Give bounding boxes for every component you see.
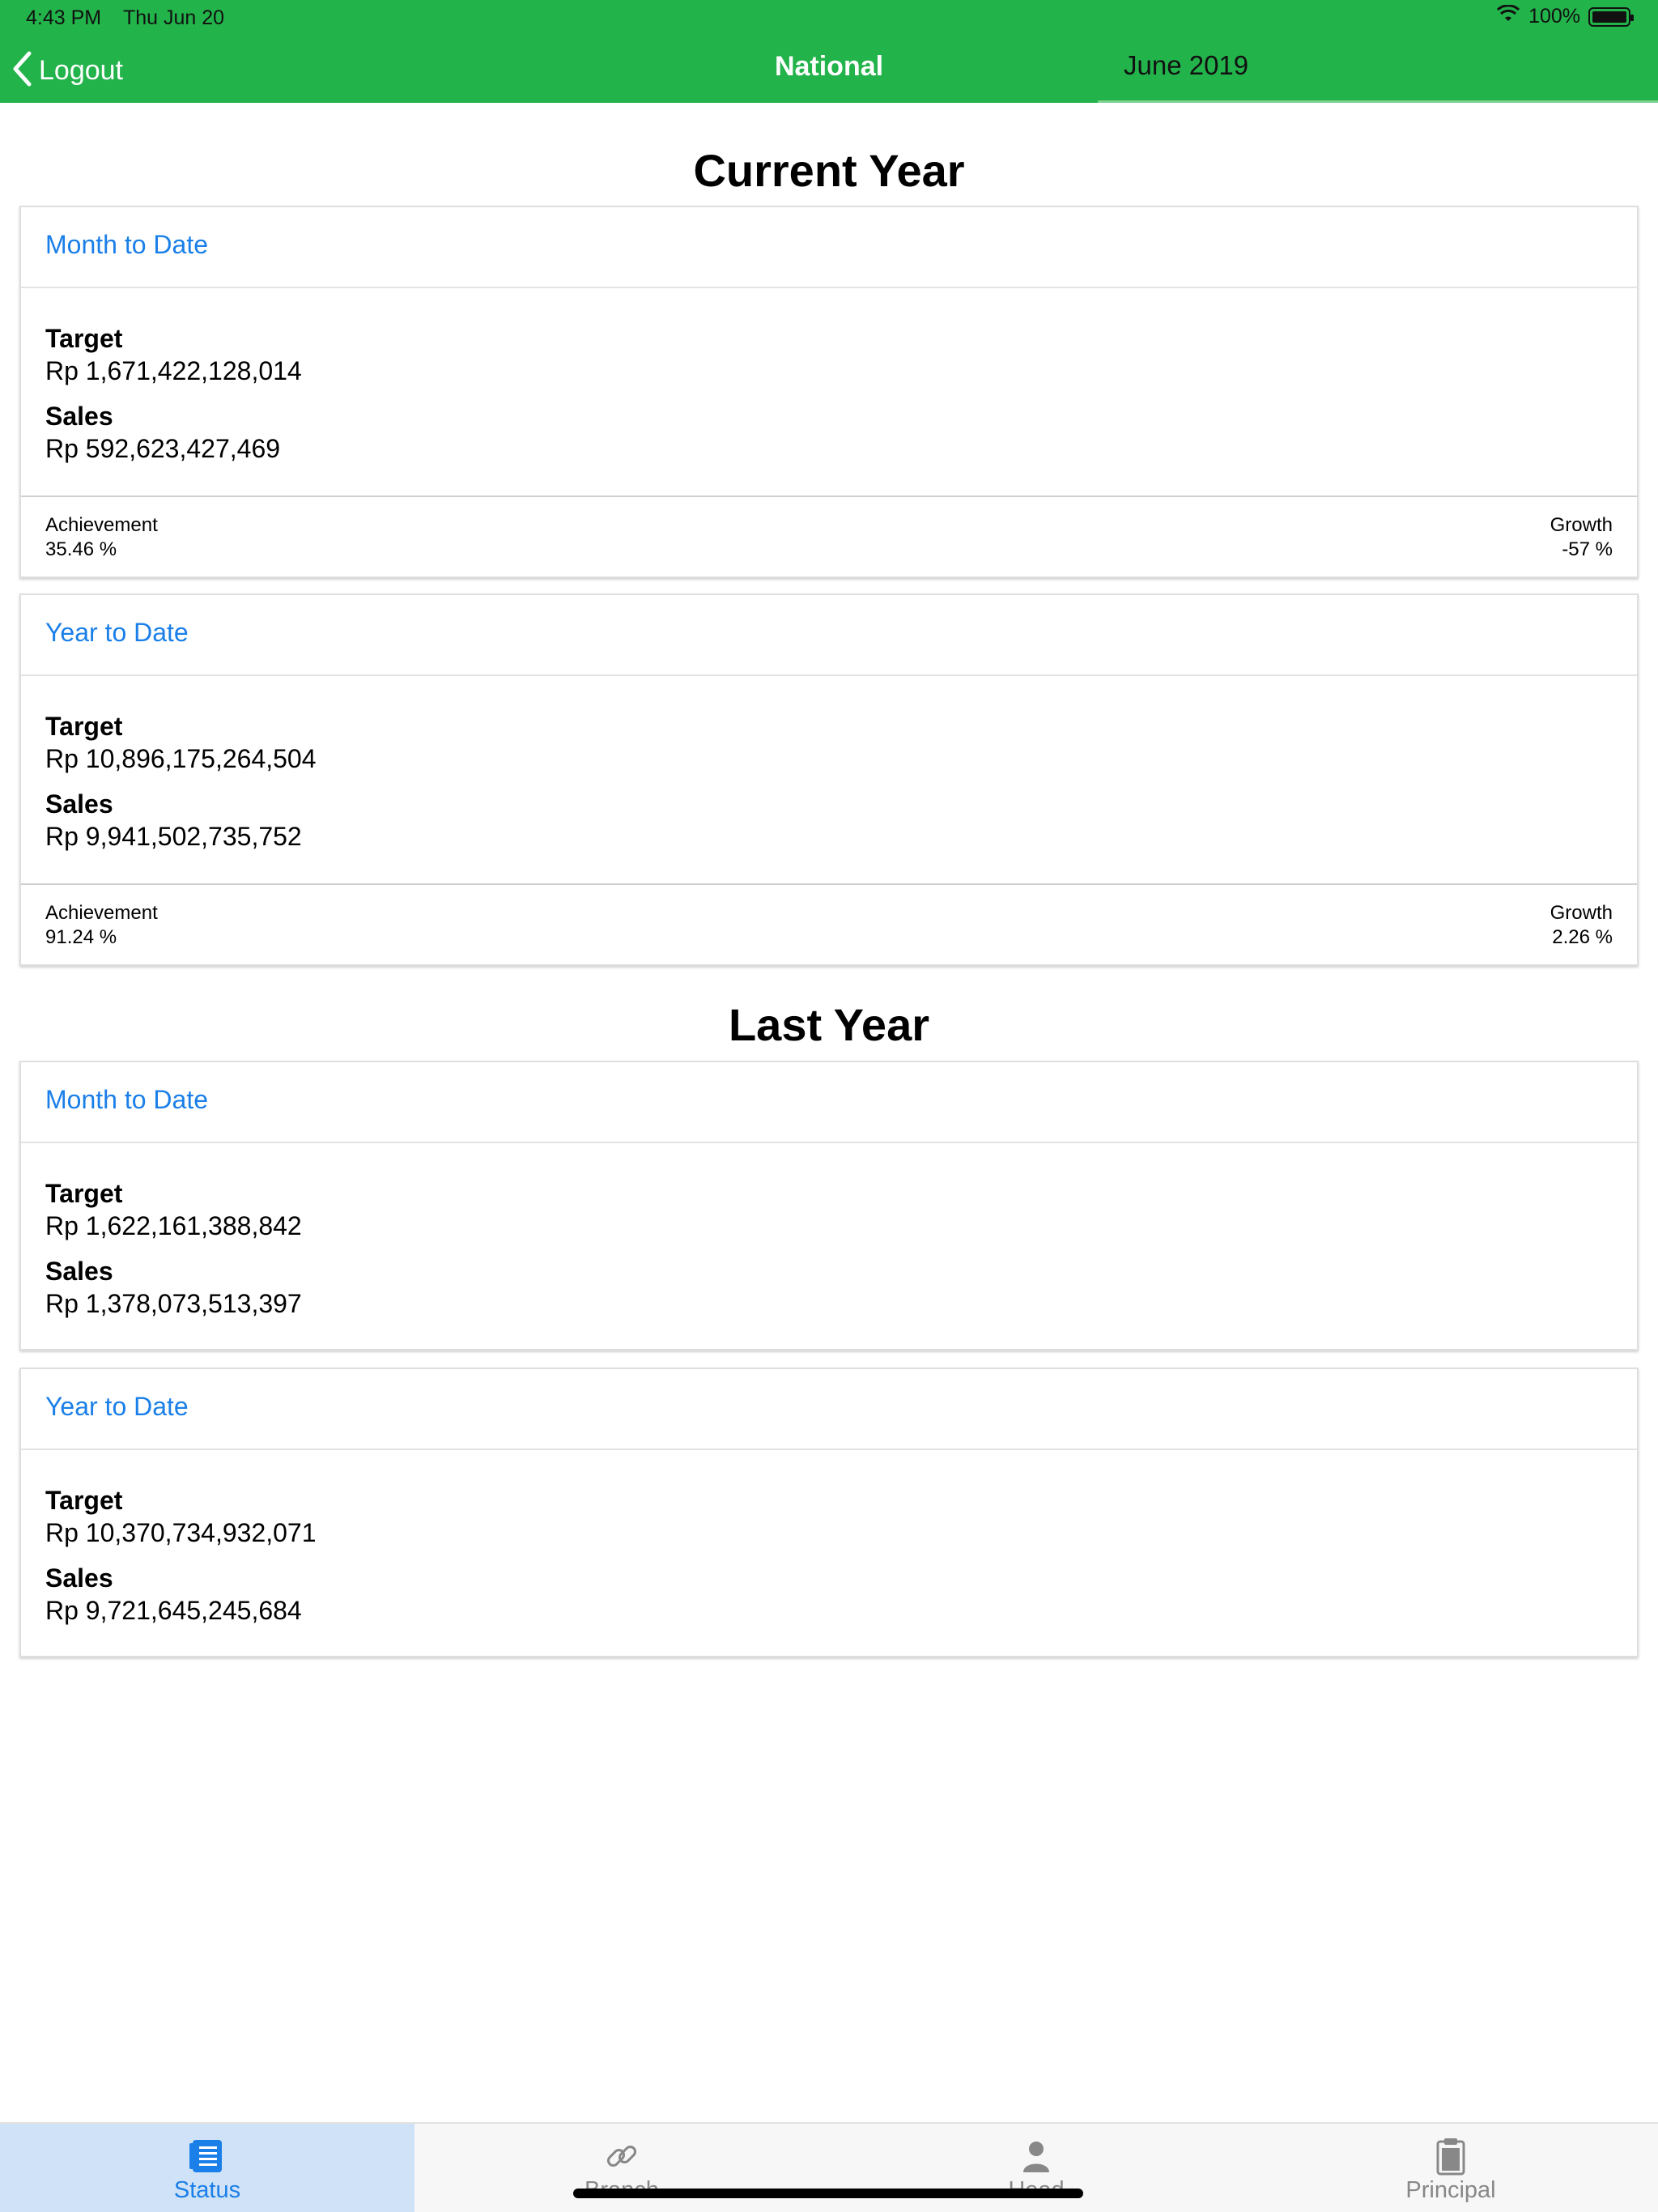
- growth-label: Growth: [1550, 514, 1613, 536]
- logout-button[interactable]: Logout: [11, 50, 123, 91]
- period-value: June 2019: [1124, 50, 1249, 80]
- sales-value: Rp 1,378,073,513,397: [45, 1289, 302, 1318]
- clipboard-icon: [1431, 2137, 1470, 2176]
- link-icon: [602, 2137, 641, 2176]
- section-title-last-year: Last Year: [728, 999, 930, 1050]
- card-last-month-to-date: Month to Date Target Rp 1,622,161,388,84…: [19, 1061, 1639, 1351]
- logout-label: Logout: [39, 55, 123, 86]
- tab-label: Status: [173, 2177, 241, 2203]
- card-body: Target Rp 10,896,175,264,504 Sales Rp 9,…: [21, 676, 1637, 853]
- chevron-left-icon: [11, 50, 32, 91]
- sales-value: Rp 592,623,427,469: [45, 434, 281, 463]
- card-last-year-to-date: Year to Date Target Rp 10,370,734,932,07…: [19, 1368, 1639, 1657]
- sales-value: Rp 9,721,645,245,684: [45, 1596, 302, 1625]
- sales-label: Sales: [45, 402, 113, 431]
- sales-label: Sales: [45, 1257, 113, 1286]
- achievement-value: 91.24 %: [45, 926, 117, 948]
- target-label: Target: [45, 324, 123, 353]
- tab-label: Principal: [1405, 2177, 1496, 2203]
- battery-icon: [1588, 6, 1634, 27]
- achievement-label: Achievement: [45, 902, 158, 924]
- card-header-label: Year to Date: [45, 618, 189, 647]
- achievement-label: Achievement: [45, 514, 158, 536]
- sales-label: Sales: [45, 1563, 113, 1593]
- card-body: Target Rp 10,370,734,932,071 Sales Rp 9,…: [21, 1450, 1637, 1627]
- target-value: Rp 1,671,422,128,014: [45, 356, 302, 385]
- battery-percent: 100%: [1528, 5, 1580, 28]
- target-label: Target: [45, 1179, 123, 1208]
- target-value: Rp 10,896,175,264,504: [45, 744, 317, 773]
- card-header-label: Year to Date: [45, 1392, 189, 1421]
- target-label: Target: [45, 712, 123, 741]
- tab-principal[interactable]: Principal: [1244, 2124, 1658, 2212]
- target-value: Rp 10,370,734,932,071: [45, 1518, 317, 1547]
- wifi-icon: [1496, 4, 1520, 28]
- card-footer: Achievement 35.46 % Growth -57 %: [21, 496, 1637, 576]
- status-indicators: 100%: [1496, 4, 1634, 28]
- status-date: Thu Jun 20: [123, 6, 225, 29]
- sales-label: Sales: [45, 789, 113, 819]
- card-header-label: Month to Date: [45, 230, 208, 259]
- period-input[interactable]: June 2019: [1098, 44, 1658, 103]
- card-header-label: Month to Date: [45, 1085, 208, 1114]
- achievement-value: 35.46 %: [45, 538, 117, 560]
- home-indicator: [573, 2189, 1083, 2198]
- card-header: Year to Date: [21, 595, 1637, 676]
- growth-value: -57 %: [1562, 538, 1613, 560]
- card-body: Target Rp 1,622,161,388,842 Sales Rp 1,3…: [21, 1143, 1637, 1320]
- navigation-bar: 4:43 PM Thu Jun 20 100% Logout National …: [0, 0, 1658, 103]
- card-current-month-to-date: Month to Date Target Rp 1,671,422,128,01…: [19, 206, 1639, 578]
- target-label: Target: [45, 1486, 123, 1515]
- card-current-year-to-date: Year to Date Target Rp 10,896,175,264,50…: [19, 593, 1639, 966]
- target-value: Rp 1,622,161,388,842: [45, 1211, 302, 1240]
- growth-label: Growth: [1550, 902, 1613, 924]
- status-time: 4:43 PM: [26, 6, 102, 29]
- section-title-current-year: Current Year: [693, 145, 965, 196]
- card-header: Month to Date: [21, 207, 1637, 288]
- tab-status[interactable]: Status: [0, 2124, 414, 2212]
- sales-value: Rp 9,941,502,735,752: [45, 822, 302, 851]
- tab-bar: Status Branch Head Principal: [0, 2122, 1658, 2212]
- tab-head[interactable]: Head: [829, 2124, 1244, 2212]
- growth-value: 2.26 %: [1552, 926, 1613, 948]
- list-icon: [188, 2137, 227, 2176]
- card-footer: Achievement 91.24 % Growth 2.26 %: [21, 883, 1637, 964]
- person-icon: [1017, 2137, 1056, 2176]
- tab-branch[interactable]: Branch: [414, 2124, 829, 2212]
- card-header: Month to Date: [21, 1062, 1637, 1143]
- card-body: Target Rp 1,671,422,128,014 Sales Rp 592…: [21, 288, 1637, 465]
- card-header: Year to Date: [21, 1369, 1637, 1450]
